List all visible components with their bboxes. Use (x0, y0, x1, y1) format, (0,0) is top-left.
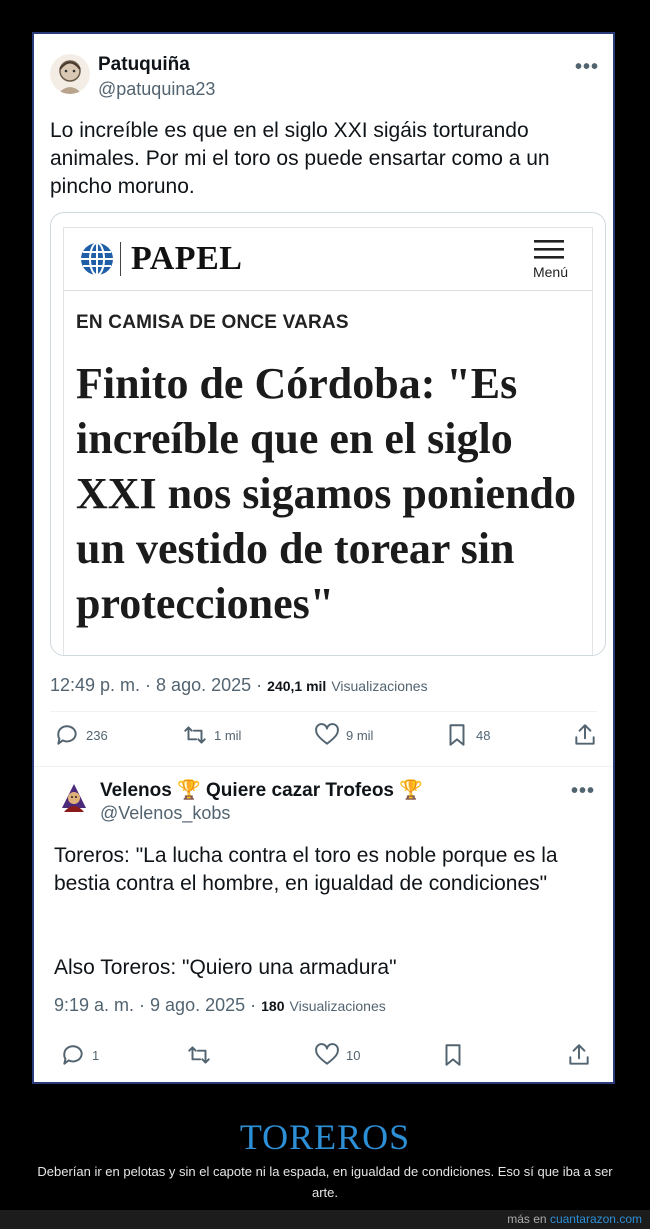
bookmark-button[interactable]: 48 (444, 722, 490, 748)
papel-logo: PAPEL (131, 240, 243, 277)
retweet-icon (184, 726, 206, 744)
logo-separator (120, 242, 121, 276)
handle[interactable]: @patuquina23 (98, 79, 215, 100)
share-icon (575, 724, 595, 745)
more-options-icon[interactable]: ••• (575, 56, 599, 79)
like-count: 9 mil (346, 727, 374, 743)
share-button[interactable] (566, 1042, 592, 1068)
handle[interactable]: @Velenos_kobs (100, 803, 230, 824)
article-headline: Finito de Córdoba: "Es increíble que en … (76, 359, 577, 628)
section-label: EN CAMISA DE ONCE VARAS (76, 312, 349, 333)
heart-icon (315, 1043, 339, 1065)
tweet-divider (34, 766, 613, 767)
views-label: Visualizaciones (289, 998, 386, 1014)
reply-count: 1 (92, 1047, 100, 1063)
tweet-timestamp[interactable]: 9:19 a. m. · 9 ago. 2025 · 180 Visualiza… (54, 995, 386, 1016)
retweet-icon (188, 1046, 210, 1064)
like-button[interactable]: 10 (314, 1042, 360, 1068)
tweet-timestamp[interactable]: 12:49 p. m. · 8 ago. 2025 · 240,1 mil Vi… (50, 675, 428, 696)
footer-prefix: más en (507, 1212, 547, 1226)
reply-count: 236 (86, 727, 108, 743)
tweet-main[interactable]: Patuquiña @patuquina23 ••• Lo increíble … (34, 34, 613, 778)
timestamp-text[interactable]: 12:49 p. m. · 8 ago. 2025 · (50, 675, 262, 695)
reply-button[interactable]: 1 (60, 1042, 99, 1068)
caption-title: TOREROS (239, 1117, 411, 1157)
reply-icon (57, 725, 77, 745)
share-button[interactable] (572, 722, 598, 748)
heart-icon (315, 723, 339, 745)
footer-bar: más en cuantarazon.com (0, 1210, 650, 1229)
divider (50, 711, 597, 712)
avatar[interactable] (54, 778, 94, 818)
bookmark-icon (445, 1044, 461, 1066)
reply-icon (63, 1045, 83, 1065)
share-icon (569, 1044, 589, 1065)
bookmark-icon (449, 724, 465, 746)
views-count: 240,1 mil (267, 678, 327, 694)
views-label: Visualizaciones (331, 678, 428, 694)
menu-label: Menú (532, 264, 568, 280)
display-name[interactable]: Patuquiña (98, 54, 190, 76)
footer-text: más en cuantarazon.com (507, 1212, 642, 1226)
reply-button[interactable]: 236 (54, 722, 108, 748)
caption-text: Deberían ir en pelotas y sin el capote n… (37, 1164, 613, 1200)
article-preview: PAPEL Menú EN CAMISA DE ONCE VARAS Finit… (63, 227, 593, 655)
hamburger-menu-icon (534, 240, 564, 259)
retweet-button[interactable] (186, 1042, 218, 1068)
site-link[interactable]: cuantarazon.com (550, 1212, 642, 1226)
like-button[interactable]: 9 mil (314, 722, 373, 748)
timestamp-text[interactable]: 9:19 a. m. · 9 ago. 2025 · (54, 995, 256, 1015)
retweet-count: 1 mil (214, 727, 242, 743)
retweet-button[interactable]: 1 mil (182, 722, 241, 748)
bookmark-count: 48 (476, 727, 491, 743)
views-count: 180 (261, 998, 285, 1014)
link-card[interactable]: PAPEL Menú EN CAMISA DE ONCE VARAS Finit… (50, 212, 606, 656)
tweet-text: Lo increíble es que en el siglo XXI sigá… (50, 119, 550, 198)
display-name[interactable]: Velenos 🏆 Quiere cazar Trofeos 🏆 (100, 778, 423, 802)
avatar[interactable] (50, 54, 90, 94)
globe-logo-icon (81, 242, 113, 276)
tweet-reply[interactable]: Velenos 🏆 Quiere cazar Trofeos 🏆 @Veleno… (34, 778, 613, 1084)
article-header: PAPEL Menú (64, 228, 592, 291)
tweet-screenshot-frame: Patuquiña @patuquina23 ••• Lo increíble … (32, 32, 615, 1084)
bookmark-button[interactable] (440, 1042, 472, 1068)
more-options-icon[interactable]: ••• (571, 780, 595, 803)
like-count: 10 (346, 1047, 361, 1063)
tweet-text: Toreros: "La lucha contra el toro es nob… (54, 844, 558, 895)
tweet-text-second: Also Toreros: "Quiero una armadura" (54, 956, 397, 979)
